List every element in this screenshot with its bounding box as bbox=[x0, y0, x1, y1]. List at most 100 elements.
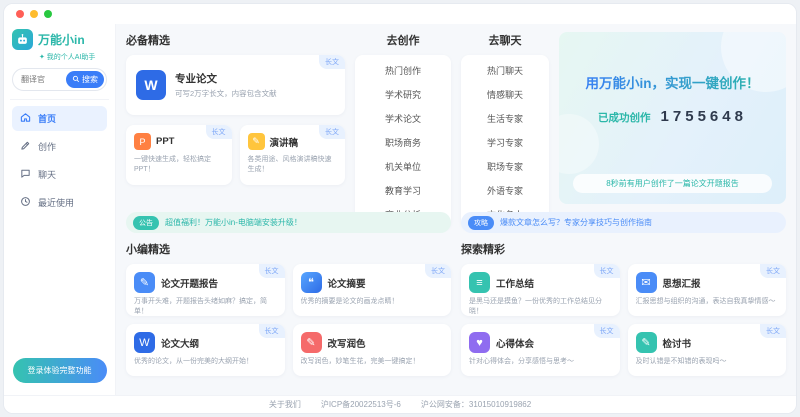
card-title: 论文开题报告 bbox=[161, 276, 218, 290]
create-section: 去创作 热门创作 学术研究 学术论文 职场商务 机关单位 教育学习 商业分析 bbox=[355, 32, 451, 204]
card-title: 检讨书 bbox=[663, 336, 692, 350]
card-desc: 各类用途、风格演讲稿快速生成！ bbox=[248, 155, 338, 175]
search-button[interactable]: 搜索 bbox=[66, 71, 104, 88]
sidebar-item-create[interactable]: 创作 bbox=[12, 134, 107, 159]
word-doc-icon: W bbox=[136, 70, 166, 100]
search-input[interactable] bbox=[15, 75, 66, 84]
maximize-window-button[interactable] bbox=[44, 10, 52, 18]
create-category[interactable]: 学术研究 bbox=[355, 82, 451, 106]
sidebar-item-label: 首页 bbox=[38, 112, 56, 125]
card-title: 论文摘要 bbox=[328, 276, 366, 290]
sidebar-item-label: 创作 bbox=[38, 140, 56, 153]
close-window-button[interactable] bbox=[16, 10, 24, 18]
card-desc: 万事开头难，开题报告头绪如麻？搞定，简单！ bbox=[134, 297, 277, 317]
chat-category[interactable]: 热门聊天 bbox=[461, 58, 549, 82]
app-name: 万能小in bbox=[38, 31, 85, 48]
promo-stat-label: 已成功创作 bbox=[598, 110, 651, 125]
announcement-badge: 公告 bbox=[133, 216, 159, 230]
sidebar-search: 搜索 bbox=[12, 68, 107, 91]
section-title-create: 去创作 bbox=[355, 32, 451, 48]
card-title: 专业论文 bbox=[175, 71, 277, 86]
abstract-quote-icon: ❝ bbox=[301, 272, 322, 293]
main-content: 必备精选 长文 W 专业论文 可写2万字长文，内容包含文献 长文 bbox=[116, 24, 796, 395]
tool-card-thesis-proposal[interactable]: 长文 ✎ 论文开题报告 万事开头难，开题报告头绪如麻？搞定，简单！ bbox=[126, 264, 285, 316]
tool-card-thought-report[interactable]: 长文 ✉ 思想汇报 汇报思想与组织的沟通，表达自我真挚情感～ bbox=[628, 264, 787, 316]
proposal-doc-icon: ✎ bbox=[134, 272, 155, 293]
chat-category[interactable]: 学习专家 bbox=[461, 130, 549, 154]
ppt-icon: P bbox=[134, 133, 151, 150]
section-title-chat: 去聊天 bbox=[461, 32, 549, 48]
tool-card-abstract[interactable]: 长文 ❝ 论文摘要 优秀的摘要是论文的画龙点睛！ bbox=[293, 264, 452, 316]
titlebar bbox=[4, 4, 796, 24]
longform-badge: 长文 bbox=[319, 125, 345, 139]
chat-bubble-icon bbox=[20, 168, 31, 181]
announcement-text: 超值福利！万能小in-电脑端安装升级！ bbox=[165, 217, 302, 228]
create-category[interactable]: 机关单位 bbox=[355, 154, 451, 178]
create-category[interactable]: 教育学习 bbox=[355, 178, 451, 202]
promo-live-ticker: 8秒前有用户创作了一篇论文开题报告 bbox=[573, 174, 772, 193]
create-category-list: 热门创作 学术研究 学术论文 职场商务 机关单位 教育学习 商业分析 bbox=[355, 55, 451, 229]
featured-section: 必备精选 长文 W 专业论文 可写2万字长文，内容包含文献 长文 bbox=[126, 32, 345, 204]
editor-picks-section: 小编精选 长文 ✎ 论文开题报告 万事开头难，开题报告头绪如麻？搞定，简单！ 长… bbox=[126, 241, 451, 389]
sidebar-item-label: 最近使用 bbox=[38, 196, 74, 209]
promo-banner: 用万能小in，实现一键创作！ 已成功创作 1755648 8秒前有用户创作了一篇… bbox=[559, 32, 786, 204]
chat-category[interactable]: 情感聊天 bbox=[461, 82, 549, 106]
card-title: 改写润色 bbox=[328, 336, 366, 350]
chat-category[interactable]: 生活专家 bbox=[461, 106, 549, 130]
longform-badge: 长文 bbox=[206, 125, 232, 139]
tool-card-self-criticism[interactable]: 长文 ✎ 检讨书 及时认错是不知错的表现吗～ bbox=[628, 324, 787, 376]
section-title-editor-picks: 小编精选 bbox=[126, 241, 451, 257]
guide-banner[interactable]: 攻略 爆款文章怎么写？专家分享技巧与创作指南 bbox=[461, 212, 786, 233]
minimize-window-button[interactable] bbox=[30, 10, 38, 18]
card-desc: 可写2万字长文，内容包含文献 bbox=[175, 89, 277, 99]
longform-badge: 长文 bbox=[760, 264, 786, 278]
envelope-icon: ✉ bbox=[636, 272, 657, 293]
guide-badge: 攻略 bbox=[468, 216, 494, 230]
chat-category-list: 热门聊天 情感聊天 生活专家 学习专家 职场专家 外语专家 文化名人 bbox=[461, 55, 549, 229]
chat-section: 去聊天 热门聊天 情感聊天 生活专家 学习专家 职场专家 外语专家 文化名人 bbox=[461, 32, 549, 204]
tool-card-work-summary[interactable]: 长文 ≡ 工作总结 是黑马还是摸鱼？一份优秀的工作总结见分晓！ bbox=[461, 264, 620, 316]
create-category[interactable]: 热门创作 bbox=[355, 58, 451, 82]
card-desc: 改写润色，妙笔生花，完美一键搞定！ bbox=[301, 357, 444, 367]
divider bbox=[10, 99, 109, 100]
word-doc-icon: W bbox=[134, 332, 155, 353]
sidebar-item-chat[interactable]: 聊天 bbox=[12, 162, 107, 187]
pen-icon: ✎ bbox=[636, 332, 657, 353]
promo-title: 用万能小in，实现一键创作！ bbox=[571, 72, 774, 92]
sidebar-item-home[interactable]: 首页 bbox=[12, 106, 107, 131]
login-button[interactable]: 登录体验完整功能 bbox=[13, 358, 107, 383]
footer: 关于我们 沪ICP备20022513号-6 沪公网安备：310150109198… bbox=[4, 395, 796, 413]
tool-card-polish[interactable]: ✎ 改写润色 改写润色，妙笔生花，完美一键搞定！ bbox=[293, 324, 452, 376]
create-category[interactable]: 学术论文 bbox=[355, 106, 451, 130]
explore-section: 探索精彩 长文 ≡ 工作总结 是黑马还是摸鱼？一份优秀的工作总结见分晓！ 长文 bbox=[461, 241, 786, 389]
featured-card-ppt[interactable]: 长文 P PPT 一键快速生成，轻松搞定PPT！ bbox=[126, 125, 232, 185]
app-window: 万能小in ✦ 我的个人AI助手 搜索 首页 创作 bbox=[3, 3, 797, 414]
app-logo: 万能小in bbox=[12, 29, 107, 50]
app-tagline: ✦ 我的个人AI助手 bbox=[39, 52, 107, 62]
card-desc: 汇报思想与组织的沟通，表达自我真挚情感～ bbox=[636, 297, 779, 307]
speech-pen-icon: ✎ bbox=[248, 133, 265, 150]
longform-badge: 长文 bbox=[594, 324, 620, 338]
tool-card-reflections[interactable]: 长文 ♥ 心得体会 针对心得体会，分享感悟与思考～ bbox=[461, 324, 620, 376]
tool-card-outline[interactable]: 长文 W 论文大纲 优秀的论文，从一份完美的大纲开始！ bbox=[126, 324, 285, 376]
card-desc: 优秀的摘要是论文的画龙点睛！ bbox=[301, 297, 444, 307]
footer-icp-link[interactable]: 沪ICP备20022513号-6 bbox=[321, 399, 401, 410]
heart-icon: ♥ bbox=[469, 332, 490, 353]
create-category[interactable]: 职场商务 bbox=[355, 130, 451, 154]
brush-icon: ✎ bbox=[301, 332, 322, 353]
card-desc: 一键快速生成，轻松搞定PPT！ bbox=[134, 155, 224, 175]
pencil-icon bbox=[20, 140, 31, 153]
card-title: 演讲稿 bbox=[270, 135, 299, 149]
footer-about-link[interactable]: 关于我们 bbox=[269, 399, 301, 410]
sidebar-item-recent[interactable]: 最近使用 bbox=[12, 190, 107, 215]
guide-text: 爆款文章怎么写？专家分享技巧与创作指南 bbox=[500, 217, 652, 228]
announcement-banner[interactable]: 公告 超值福利！万能小in-电脑端安装升级！ bbox=[126, 212, 451, 233]
chat-category[interactable]: 外语专家 bbox=[461, 178, 549, 202]
featured-card-speech[interactable]: 长文 ✎ 演讲稿 各类用途、风格演讲稿快速生成！ bbox=[240, 125, 346, 185]
longform-badge: 长文 bbox=[319, 55, 345, 69]
longform-badge: 长文 bbox=[259, 324, 285, 338]
footer-police-link[interactable]: 沪公网安备：31015010919862 bbox=[421, 399, 531, 410]
chat-category[interactable]: 职场专家 bbox=[461, 154, 549, 178]
summary-list-icon: ≡ bbox=[469, 272, 490, 293]
featured-card-paper[interactable]: 长文 W 专业论文 可写2万字长文，内容包含文献 bbox=[126, 55, 345, 115]
